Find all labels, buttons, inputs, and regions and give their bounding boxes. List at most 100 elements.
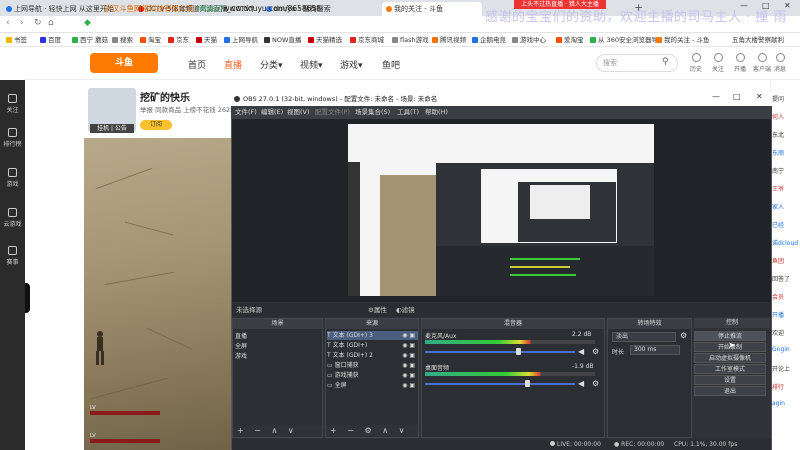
bookmark-item[interactable]: 百度 xyxy=(40,33,61,46)
nav-fishbar[interactable]: 鱼吧 xyxy=(382,58,400,71)
bookmark-item[interactable]: 爱淘宝 xyxy=(556,33,584,46)
broadcast-icon-button[interactable]: 开播 xyxy=(730,53,750,73)
bookmark-item[interactable]: 京东商城 xyxy=(350,33,384,46)
bookmark-item[interactable]: NOW直播 xyxy=(264,33,301,46)
bookmark-item[interactable]: 京东 xyxy=(168,33,189,46)
volume-fader[interactable] xyxy=(425,383,575,385)
nav-live[interactable]: 直播 xyxy=(224,58,242,71)
sources-toolbar[interactable]: + − ⚙ ∧ ∨ xyxy=(326,425,418,437)
volume-fader-handle[interactable] xyxy=(525,380,530,387)
nav-games[interactable]: 游戏▾ xyxy=(340,58,363,71)
sidebar-collapse-handle[interactable] xyxy=(25,283,30,313)
eye-lock-icon[interactable]: ◉ ▣ xyxy=(402,371,415,380)
obs-close-button[interactable]: ✕ xyxy=(756,92,763,101)
bookmark-item[interactable]: 企鹅电竞 xyxy=(472,33,506,46)
eye-lock-icon[interactable]: ◉ ▣ xyxy=(402,361,415,370)
source-item[interactable]: T 文本 (GDI+) 3 ◉ ▣ xyxy=(327,331,418,340)
bookmark-item[interactable]: 搜索 xyxy=(112,33,133,46)
text-source-icon: T xyxy=(327,332,331,339)
eye-lock-icon[interactable]: ◉ ▣ xyxy=(402,331,415,340)
menu-edit[interactable]: 编辑(E) xyxy=(261,106,283,119)
source-item[interactable]: T 文本 (GDI+) ◉ ▣ xyxy=(327,341,418,350)
sidebar-item-events[interactable]: 赛事 xyxy=(0,246,25,266)
virtual-camera-button[interactable]: 启动虚拟摄像机 xyxy=(694,353,766,363)
bookmark-item[interactable]: 游戏中心 xyxy=(512,33,546,46)
duration-input[interactable]: 300 ms xyxy=(630,345,680,355)
scene-item[interactable]: 游戏 xyxy=(235,351,247,360)
bookmark-item[interactable]: 书签 xyxy=(6,33,27,46)
eye-lock-icon[interactable]: ◉ ▣ xyxy=(402,381,415,390)
filters-button[interactable]: ◐滤镜 xyxy=(396,303,415,317)
grass-stroke xyxy=(104,271,174,286)
reload-icon[interactable]: ↻ xyxy=(34,18,42,28)
search-icon[interactable]: ⚲ xyxy=(662,57,669,67)
gear-icon[interactable]: ⚙ xyxy=(680,331,687,340)
obs-minimize-button[interactable]: — xyxy=(712,92,720,101)
nav-video[interactable]: 视频▾ xyxy=(300,58,323,71)
display-source-icon: ▭ xyxy=(327,382,333,389)
bookmark-item[interactable]: 天猫精选 xyxy=(308,33,342,46)
nav-category[interactable]: 分类▾ xyxy=(260,58,283,71)
douyu-logo[interactable]: 斗鱼 xyxy=(90,53,158,73)
source-item[interactable]: ▭ 全屏 ◉ ▣ xyxy=(327,381,418,390)
speaker-icon[interactable]: ◀ xyxy=(578,347,584,356)
home-icon[interactable]: ⌂ xyxy=(48,18,54,28)
window-source-icon: ▭ xyxy=(327,362,333,369)
source-item[interactable]: ▭ 窗口捕获 ◉ ▣ xyxy=(327,361,418,370)
forward-icon[interactable]: › xyxy=(20,18,24,28)
bookmark-item[interactable]: 我的关注 - 斗鱼 xyxy=(656,33,709,46)
menu-tools[interactable]: 工具(T) xyxy=(397,106,419,119)
scenes-toolbar[interactable]: + − ∧ ∨ xyxy=(233,425,322,437)
bookmark-item[interactable]: 天猫 xyxy=(196,33,217,46)
bookmark-label: flash游戏 xyxy=(400,36,429,44)
bookmark-item[interactable]: 淘宝 xyxy=(140,33,161,46)
menu-scene-collection[interactable]: 场景集合(S) xyxy=(355,106,390,119)
source-item[interactable]: T 文本 (GDI+) 2 ◉ ▣ xyxy=(327,351,418,360)
bookmark-item[interactable]: 五角大楼警察献利 xyxy=(732,33,784,46)
menu-profile[interactable]: 配置文件(P) xyxy=(315,106,350,119)
nav-home[interactable]: 首页 xyxy=(188,58,206,71)
browser-tab[interactable]: 上网导航 · 轻快上网 从这里开始 xyxy=(2,2,118,16)
rec-status: ● REC: 00:00:00 xyxy=(614,439,664,450)
stream-video[interactable] xyxy=(84,138,234,450)
menu-view[interactable]: 视图(V) xyxy=(287,106,310,119)
scene-item[interactable]: 直播 xyxy=(235,331,247,340)
scene-item[interactable]: 全屏 xyxy=(235,341,247,350)
eye-lock-icon[interactable]: ◉ ▣ xyxy=(402,341,415,350)
client-icon-button[interactable]: 客户端 xyxy=(752,53,772,73)
obs-title-bar[interactable]: OBS 27.0.1 (32-bit, windows) - 配置文件: 未命名… xyxy=(231,92,772,106)
exit-button[interactable]: 退出 xyxy=(694,386,766,396)
messages-icon-button[interactable]: 消息 xyxy=(770,53,790,73)
sidebar-item-ranking[interactable]: 排行榜 xyxy=(0,128,25,148)
bookmark-item[interactable]: 西宁 蘑菇 xyxy=(72,33,108,46)
gear-icon[interactable]: ⚙ xyxy=(592,347,599,356)
chat-message: 东丽 xyxy=(772,150,785,157)
volume-fader-handle[interactable] xyxy=(516,348,521,355)
studio-mode-button[interactable]: 工作室模式 xyxy=(694,364,766,374)
back-icon[interactable]: ‹ xyxy=(6,18,10,28)
eye-lock-icon[interactable]: ◉ ▣ xyxy=(402,351,415,360)
transition-select[interactable]: 淡出 xyxy=(612,332,676,342)
sidebar-item-follow[interactable]: 关注 xyxy=(0,94,25,114)
sidebar-item-cloud-games[interactable]: 云游戏 xyxy=(0,208,25,228)
history-icon-button[interactable]: 历史 xyxy=(686,53,706,73)
bookmark-item[interactable]: 从 360安全浏览器导 xyxy=(590,33,658,46)
bookmark-item[interactable]: 腾讯视频 xyxy=(432,33,466,46)
stop-streaming-button[interactable]: 停止推流 xyxy=(694,331,766,341)
subscribe-button[interactable]: 订阅 xyxy=(140,120,172,130)
source-item[interactable]: ▭ 游戏捕获 ◉ ▣ xyxy=(327,371,418,380)
menu-file[interactable]: 文件(F) xyxy=(235,106,257,119)
settings-button[interactable]: 设置 xyxy=(694,375,766,385)
obs-maximize-button[interactable]: □ xyxy=(733,92,741,101)
menu-help[interactable]: 帮助(H) xyxy=(425,106,448,119)
sidebar-item-games[interactable]: 游戏 xyxy=(0,168,25,188)
volume-fader[interactable] xyxy=(425,351,575,353)
bookmark-item[interactable]: flash游戏 xyxy=(392,33,429,46)
bookmark-item[interactable]: 上网导航 xyxy=(224,33,258,46)
live-label: LIVE: xyxy=(557,441,573,448)
follow-icon-button[interactable]: 关注 xyxy=(708,53,728,73)
properties-button[interactable]: ⚙属性 xyxy=(368,303,387,317)
secure-shield-icon[interactable]: ◆ xyxy=(84,18,91,28)
gear-icon[interactable]: ⚙ xyxy=(592,379,599,388)
speaker-icon[interactable]: ◀ xyxy=(578,379,584,388)
